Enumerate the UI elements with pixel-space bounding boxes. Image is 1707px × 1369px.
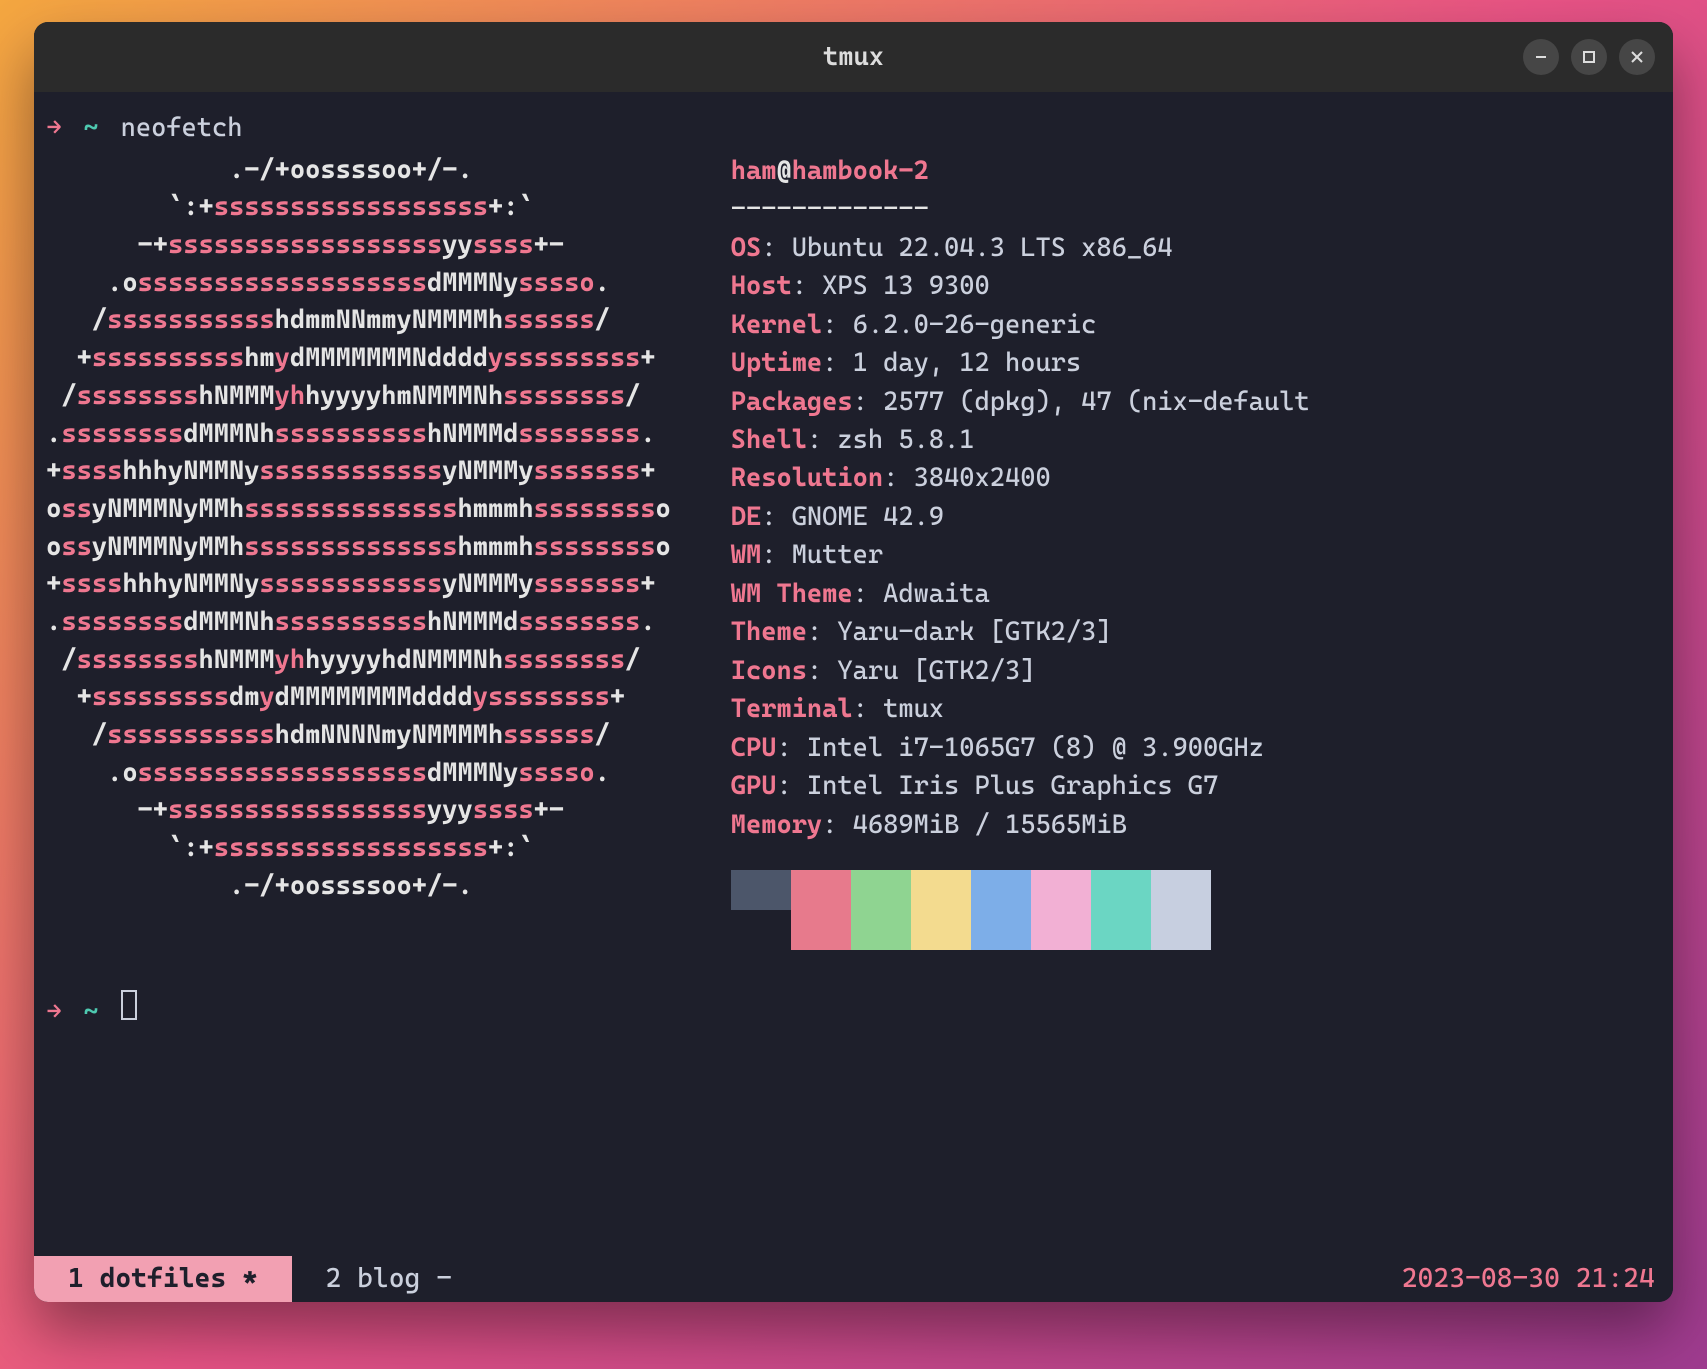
ascii-logo: .-/+oossssoo+/-. `:+ssssssssssssssssss+:… [46,152,671,906]
swatch-icon [1151,870,1211,950]
info-row: OS: Ubuntu 22.04.3 LTS x86_64 [731,229,1310,267]
info-row: Host: XPS 13 9300 [731,267,1310,305]
neofetch-output: .-/+oossssoo+/-. `:+ssssssssssssssssss+:… [46,152,1661,910]
swatch-icon [791,870,851,950]
tmux-tab-blog[interactable]: 2 blog - [292,1256,486,1302]
prompt-arrow-icon: → [46,994,61,1032]
tmux-statusbar: 1 dotfiles * 2 blog - 2023-08-30 21:24 [34,1256,1673,1302]
info-row: Packages: 2577 (dpkg), 47 (nix-default [731,383,1310,421]
swatch-icon [1031,870,1091,950]
tmux-clock: 2023-08-30 21:24 [1402,1256,1655,1302]
terminal[interactable]: → ~ neofetch .-/+oossssoo+/-. `:+sssssss… [34,92,1673,1302]
swatch-icon [911,870,971,950]
window-title: tmux [34,42,1673,72]
info-row: WM: Mutter [731,536,1310,574]
close-button[interactable] [1619,39,1655,75]
info-row: Shell: zsh 5.8.1 [731,421,1310,459]
swatch-icon [971,870,1031,950]
maximize-button[interactable] [1571,39,1607,75]
close-icon [1629,49,1645,65]
info-row: DE: GNOME 42.9 [731,498,1310,536]
prompt-cwd: ~ [83,994,98,1032]
info-row: Terminal: tmux [731,690,1310,728]
swatch-icon [731,870,791,910]
titlebar[interactable]: tmux [34,22,1673,92]
swatch-icon [851,870,911,950]
info-row: WM Theme: Adwaita [731,575,1310,613]
cursor-icon [121,990,137,1020]
app-window: tmux → ~ neofetch .-/+oossssoo+/-. `:+ss… [34,22,1673,1302]
prompt-line-2[interactable]: → ~ [46,990,1661,1032]
prompt-cwd: ~ [83,110,98,148]
info-row: Kernel: 6.2.0-26-generic [731,306,1310,344]
info-row: CPU: Intel i7-1065G7 (8) @ 3.900GHz [731,729,1310,767]
tmux-tab-dotfiles[interactable]: 1 dotfiles * [34,1256,291,1302]
info-row: GPU: Intel Iris Plus Graphics G7 [731,767,1310,805]
minimize-icon [1533,49,1549,65]
info-row: Memory: 4689MiB / 15565MiB [731,806,1310,844]
info-row: Resolution: 3840x2400 [731,459,1310,497]
swatch-icon [1091,870,1151,950]
minimize-button[interactable] [1523,39,1559,75]
info-row: Icons: Yaru [GTK2/3] [731,652,1310,690]
prompt-line-1: → ~ neofetch [46,110,1661,148]
info-row: Uptime: 1 day, 12 hours [731,344,1310,382]
maximize-icon [1581,49,1597,65]
info-separator: ------------- [731,190,1310,228]
info-user-host: ham@hambook-2 [731,152,1310,190]
info-row: Theme: Yaru-dark [GTK2/3] [731,613,1310,651]
system-info: ham@hambook-2-------------OS: Ubuntu 22.… [731,152,1310,910]
prompt-arrow-icon: → [46,110,61,148]
color-palette [731,870,1310,910]
command-text: neofetch [121,110,243,148]
